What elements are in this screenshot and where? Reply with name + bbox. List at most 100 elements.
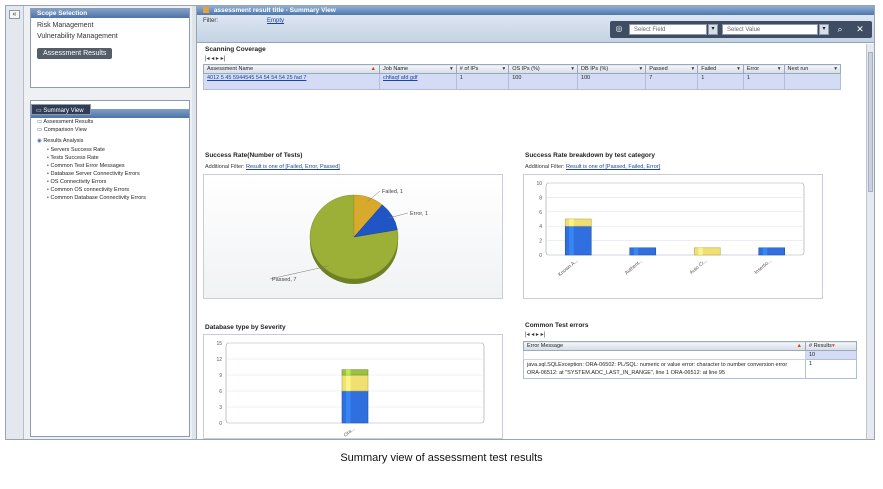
select-field-dropdown[interactable]: Select Field [629, 24, 707, 35]
view-icon: ▭ [37, 127, 44, 133]
scope-item-vulnerability[interactable]: Vulnerability Management [31, 31, 189, 42]
views-item[interactable]: ▪ Common OS connectivity Errors [31, 186, 189, 194]
results-count-header[interactable]: # Results▾ [805, 341, 857, 351]
severity-title: Database type by Severity [205, 324, 286, 331]
breakdown-filter-link[interactable]: Result is one of [Passed, Failed, Error] [566, 164, 660, 170]
error-message-cell: java.sql.SQLException: ORA-06502: PL/SQL… [523, 359, 806, 379]
column-header[interactable]: DB IPs (%) ▾ [577, 64, 647, 74]
chevron-down-icon[interactable]: ▾ [819, 24, 829, 35]
breakdown-bar-chart: 0 2 4 6 8 10 Known A... Authent... Auto Cr... Ins… [536, 181, 805, 278]
breakdown-filter: Additional Filter: Result is one of [Pas… [525, 164, 660, 170]
scanning-pager[interactable]: |◂ ◂ ▸ ▸| [205, 55, 225, 62]
success-rate-title: Success Rate(Number of Tests) [205, 152, 303, 159]
y-tick-label: 3 [219, 405, 222, 411]
severity-bar-chart: 0 3 6 9 12 15 Ora... [216, 341, 485, 439]
y-tick-label: 6 [539, 210, 542, 216]
error-count-cell: 1 [805, 359, 857, 379]
column-header[interactable]: OS IPs (%) ▾ [508, 64, 579, 74]
main-panel: assessment result title - Summary View F… [196, 6, 874, 439]
views-list: ▭ Assessment Results ▭ Summary View ▭ Comp… [31, 104, 189, 202]
scope-panel-title: Scope Selection [31, 9, 189, 18]
table-cell: 7 [645, 73, 699, 90]
views-item[interactable]: ◉ Results Analysis [31, 136, 189, 146]
vertical-scrollbar[interactable] [866, 44, 874, 439]
x-tick-label: Ora... [343, 426, 356, 439]
y-tick-label: 8 [539, 195, 542, 201]
collapse-icon[interactable]: « [9, 10, 20, 19]
success-rate-filter-prefix: Additional Filter: [205, 164, 245, 170]
column-header[interactable]: Assessment Name ▲ [203, 64, 380, 74]
column-header[interactable]: Failed ▾ [697, 64, 744, 74]
views-item[interactable]: ▪ Common Database Connectivity Errors [31, 194, 189, 202]
breakdown-title: Success Rate breakdown by test category [525, 152, 656, 159]
views-item[interactable]: ▪ Common Test Error Messages [31, 162, 189, 170]
table-row[interactable]: 4012 5 45 5944545 54 54 54 54 25 fad 7 ch… [203, 73, 841, 90]
pie-chart: Passed, 7 Failed, 1 Error, 1 [269, 189, 428, 284]
column-header[interactable]: Next run ▾ [783, 64, 841, 74]
filter-controls: ◎ Select Field ▾ Select Value ▾ ⌕ ✕ [610, 21, 872, 38]
main-title: assessment result title - Summary View [213, 7, 336, 14]
scrollbar-thumb[interactable] [868, 52, 873, 192]
table-cell[interactable]: chfiaqf afd gdf [379, 73, 457, 90]
left-column: Scope Selection Risk Management Vulnerab… [30, 6, 190, 439]
views-panel: Views ▭ Assessment Results▭ Summary View… [30, 100, 190, 437]
views-item-label: OS Connectivity Errors [50, 179, 107, 185]
scanning-header-row: Assessment Name ▲ Job Name ▾ # of IPs ▾ OS IPs… [203, 64, 841, 74]
views-item[interactable]: ▪ Tests Success Rate [31, 154, 189, 162]
bar-highlight [569, 226, 574, 255]
filter-bar: Filter: Empty ◎ Select Field ▾ Select Va… [197, 15, 874, 43]
bar-highlight [345, 391, 351, 423]
window-icon [203, 7, 209, 13]
left-gutter: « [6, 6, 24, 439]
common-errors-pager[interactable]: |◂ ◂ ▸ ▸| [525, 331, 545, 338]
chevron-down-icon[interactable]: ▾ [708, 24, 718, 35]
close-icon[interactable]: ✕ [854, 23, 866, 36]
y-tick-label: 12 [216, 357, 222, 363]
filter-label: Filter: [203, 18, 218, 24]
table-cell: 100 [508, 73, 579, 90]
success-rate-filter-link[interactable]: Result is one of [Failed, Error, Passed] [246, 164, 340, 170]
pie-slice-label: Failed, 1 [382, 189, 403, 195]
table-cell: 1 [697, 73, 744, 90]
table-cell [783, 73, 841, 90]
views-item[interactable]: ▭ Assessment Results [31, 118, 189, 126]
y-tick-label: 0 [539, 253, 542, 259]
table-cell: 1 [742, 73, 785, 90]
dashboard-content: Scanning Coverage |◂ ◂ ▸ ▸| Assessment N… [197, 44, 865, 439]
search-icon[interactable]: ⌕ [834, 23, 846, 36]
scanning-coverage-title: Scanning Coverage [205, 46, 266, 53]
bar-highlight [569, 219, 574, 227]
scope-item-risk[interactable]: Risk Management [31, 20, 189, 31]
y-tick-label: 4 [539, 224, 542, 230]
views-item[interactable]: ▪ OS Connectivity Errors [31, 178, 189, 186]
filter-icon[interactable]: ◎ [613, 23, 625, 36]
views-item[interactable]: ▪ Servers Success Rate [31, 146, 189, 154]
views-item-label: Database Server Connectivity Errors [50, 171, 140, 177]
y-tick-label: 15 [216, 341, 222, 347]
count-header-cell: 10 [805, 350, 857, 360]
x-tick-label: Authent... [624, 258, 644, 276]
error-message-header[interactable]: Error Message ▲ [523, 341, 806, 351]
breakdown-filter-prefix: Additional Filter: [525, 164, 565, 170]
select-value-dropdown[interactable]: Select Value [722, 24, 818, 35]
x-tick-label: Auto Cr... [689, 258, 709, 276]
column-header[interactable]: Job Name ▾ [379, 64, 457, 74]
column-header[interactable]: Error ▾ [742, 64, 785, 74]
views-item[interactable]: ▭ Summary View [31, 104, 91, 115]
table-cell[interactable]: 4012 5 45 5944545 54 54 54 54 25 fad 7 [203, 73, 380, 90]
views-item[interactable]: ▭ Comparison View [31, 126, 189, 134]
x-tick-label: Insertio... [753, 258, 773, 276]
bar-highlight [345, 369, 351, 375]
common-errors-table: Error Message ▲ # Results▾ 10 java.sql.SQ… [523, 341, 857, 379]
bar-highlight [698, 247, 703, 255]
views-item-label: Common Database Connectivity Errors [50, 195, 146, 201]
views-item[interactable]: ▪ Database Server Connectivity Errors [31, 170, 189, 178]
scope-item-assessment-results[interactable]: Assessment Results [37, 48, 113, 59]
x-tick-label: Known A... [557, 258, 579, 278]
bar-highlight [762, 247, 768, 255]
views-item-label: Assessment Results [43, 119, 94, 125]
column-header[interactable]: Passed ▾ [645, 64, 699, 74]
column-header[interactable]: # of IPs ▾ [455, 64, 510, 74]
filter-value-link[interactable]: Empty [267, 18, 284, 24]
table-row[interactable]: java.sql.SQLException: ORA-06502: PL/SQL… [523, 359, 857, 379]
